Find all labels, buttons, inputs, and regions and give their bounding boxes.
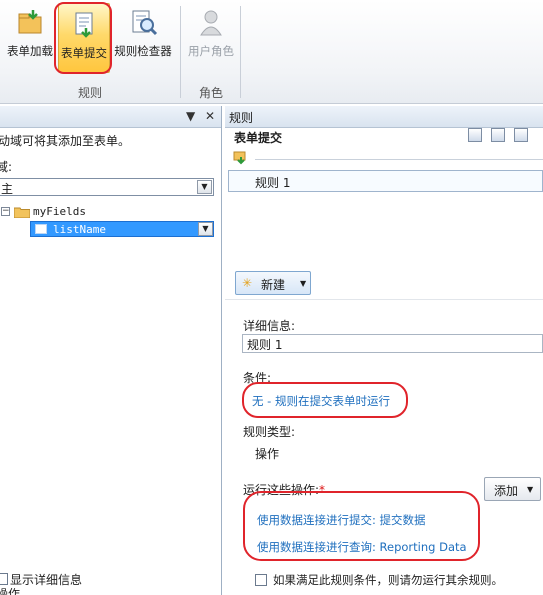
delete-rule-icon[interactable]	[514, 128, 528, 142]
show-details-checkbox[interactable]	[0, 573, 8, 585]
pane-menu-icon[interactable]: ▼	[186, 109, 195, 123]
form-load-label: 表单加载	[7, 44, 53, 58]
data-source-label: 域:	[0, 160, 13, 174]
rule-inspector-icon	[132, 10, 158, 36]
highlight-ring-condition	[242, 382, 408, 418]
rule-flow-icon	[233, 151, 246, 165]
chevron-down-icon: ▼	[527, 485, 534, 494]
group-separator	[180, 6, 181, 98]
copy-rule-icon[interactable]	[468, 128, 482, 142]
tree-root-mfields[interactable]: myFields	[33, 205, 86, 221]
close-icon[interactable]: ✕	[205, 109, 215, 123]
user-role-icon	[200, 10, 222, 36]
user-role-button[interactable]: 用户角色	[185, 2, 237, 78]
rule-toolbar	[459, 128, 539, 146]
stop-rules-label: 如果满足此规则条件，则请勿运行其余规则。	[273, 573, 503, 587]
chevron-down-icon[interactable]: ▼	[198, 222, 213, 236]
new-rule-button[interactable]: ✳ 新建 ▼	[235, 271, 311, 295]
rule-name-field[interactable]: 规则 1	[242, 334, 543, 353]
chevron-down-icon: ▼	[300, 279, 307, 288]
separator	[255, 159, 543, 160]
rule-type-value: 操作	[255, 447, 280, 461]
add-action-button[interactable]: 添加 ▼	[484, 477, 541, 501]
new-rule-label: 新建	[261, 278, 286, 292]
form-load-icon	[18, 10, 42, 34]
tree-field-listname[interactable]: listName ▼	[30, 221, 214, 237]
form-load-button[interactable]: 表单加载	[4, 2, 56, 78]
fields-pane-header: ▼ ✕	[0, 106, 221, 128]
fields-pane: ▼ ✕ 动域可将其添加至表单。 域: 主 ▼ − myFields listNa…	[0, 106, 222, 595]
field-name: listName	[53, 223, 106, 236]
show-details-label: 显示详细信息	[10, 573, 83, 587]
field-icon	[35, 224, 47, 234]
highlight-ring-actions	[243, 491, 480, 561]
add-action-label: 添加	[494, 484, 519, 498]
collapse-icon[interactable]: −	[1, 207, 10, 216]
new-star-icon: ✳	[242, 276, 253, 290]
rules-pane-header: 规则	[225, 106, 543, 128]
group-label-roles: 角色	[199, 86, 224, 100]
rule-name-value: 规则 1	[247, 338, 283, 352]
divider	[225, 299, 543, 300]
stop-rules-checkbox[interactable]	[255, 574, 267, 586]
rule-item-label: 规则 1	[255, 176, 291, 190]
rules-pane-title: 规则	[229, 111, 254, 125]
highlight-ring-submit	[54, 2, 112, 74]
details-label: 详细信息:	[243, 319, 296, 333]
data-source-dropdown[interactable]: 主 ▼	[0, 178, 214, 196]
user-role-label: 用户角色	[188, 44, 234, 58]
group-label-rules: 规则	[78, 86, 103, 100]
rule-type-label: 规则类型:	[243, 425, 296, 439]
rule-list-item[interactable]: 规则 1	[228, 170, 543, 192]
rule-inspector-label: 规则检查器	[114, 44, 172, 58]
rules-subtitle: 表单提交	[234, 131, 283, 145]
chevron-down-icon[interactable]: ▼	[197, 180, 212, 194]
fields-description: 动域可将其添加至表单。	[0, 134, 131, 148]
paste-rule-icon[interactable]	[491, 128, 505, 142]
actions-link-partial[interactable]: 操作	[0, 585, 20, 595]
folder-icon	[14, 207, 30, 218]
rule-inspector-button[interactable]: 规则检查器	[112, 2, 174, 78]
data-source-value: 主	[1, 182, 14, 196]
group-separator	[240, 6, 241, 98]
